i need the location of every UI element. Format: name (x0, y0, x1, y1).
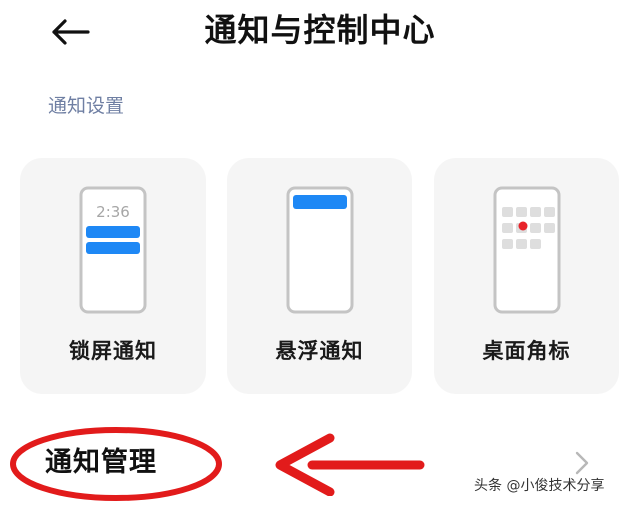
floating-banner (292, 195, 347, 209)
card-label-badge: 桌面角标 (482, 339, 571, 363)
watermark-text: 头条 @小俊技术分享 (474, 478, 605, 494)
section-label-notification-settings: 通知设置 (48, 95, 125, 117)
chevron-right-icon (575, 451, 589, 475)
notification-bar (86, 226, 140, 238)
floating-notification-card[interactable]: 悬浮通知 (227, 158, 412, 394)
badge-dot (518, 221, 527, 231)
notification-control-center-page: 通知与控制中心 通知设置 2:36 锁屏通知 悬浮通知 桌面角标 通知管理 头条… (0, 0, 640, 509)
notification-management-row[interactable]: 通知管理 头条 @小俊技术分享 (0, 420, 640, 509)
lock-screen-clock-text: 2:36 (96, 203, 130, 221)
page-title: 通知与控制中心 (204, 11, 436, 49)
arrow-left-icon (52, 19, 90, 45)
card-label-floating: 悬浮通知 (275, 339, 364, 363)
app-badge-card[interactable]: 桌面角标 (434, 158, 619, 394)
lock-screen-notification-card[interactable]: 2:36 锁屏通知 (20, 158, 206, 394)
red-arrow-annotation (275, 433, 425, 496)
floating-notification-phone-icon (286, 186, 353, 314)
card-label-lock-screen: 锁屏通知 (69, 339, 157, 363)
notification-management-label: 通知管理 (45, 447, 157, 478)
app-badge-phone-icon (493, 186, 560, 314)
lock-screen-phone-icon: 2:36 (79, 186, 147, 314)
notification-bar (86, 242, 140, 254)
back-button[interactable] (44, 10, 96, 54)
